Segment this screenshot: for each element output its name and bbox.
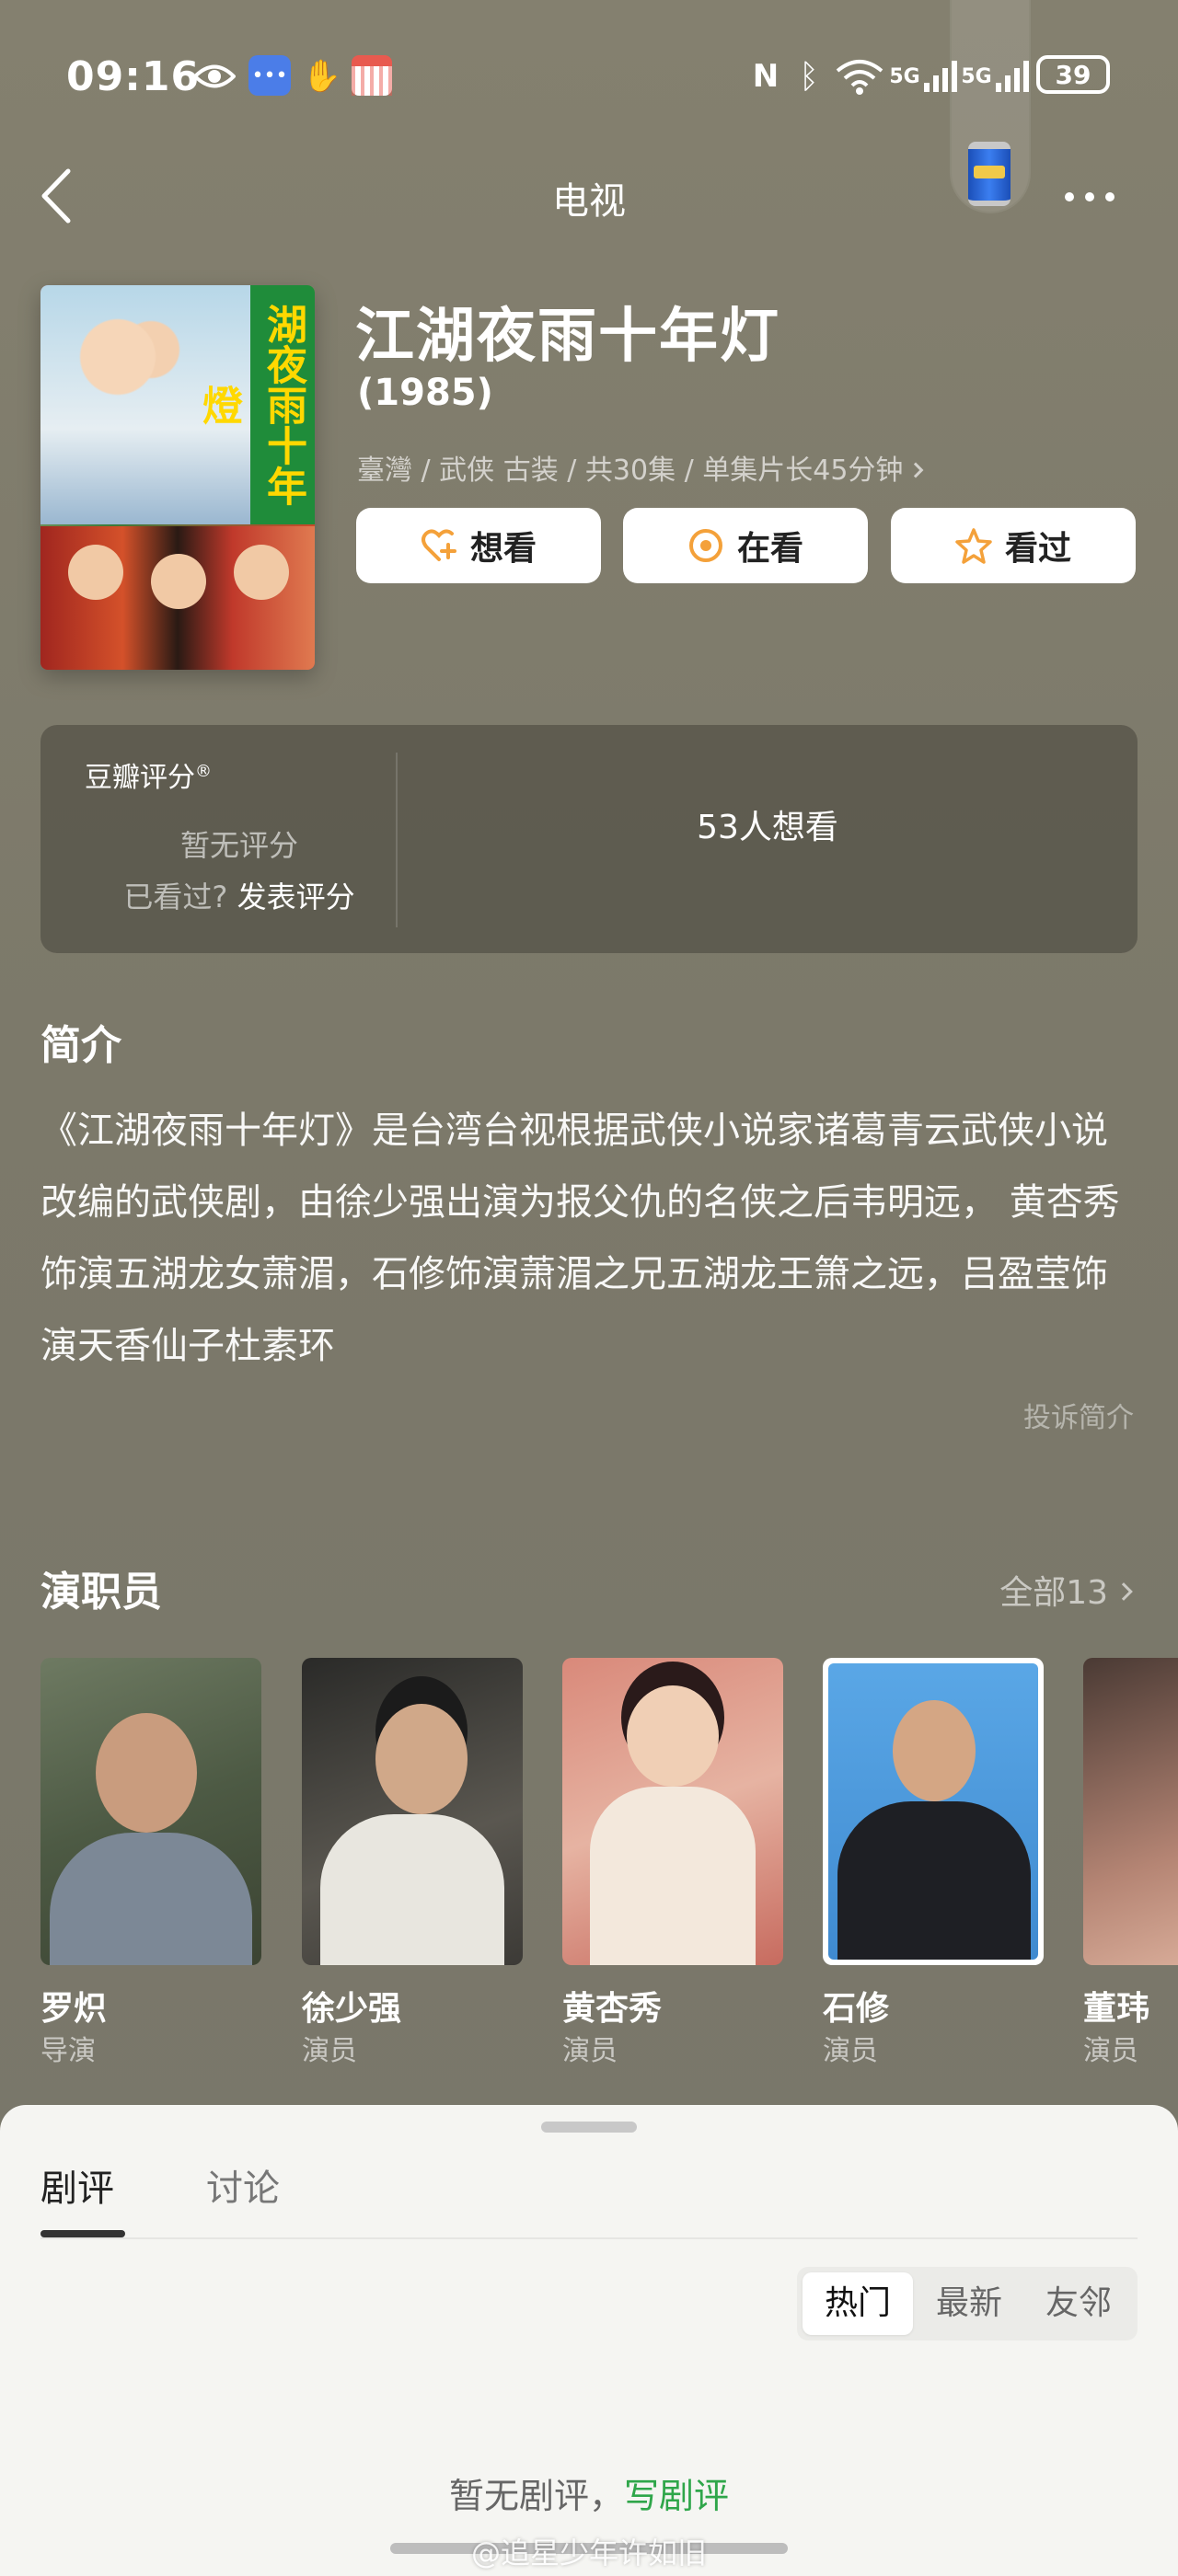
cast-member[interactable]: 罗炽 导演 (40, 1658, 261, 2067)
want-label: 想看 (469, 530, 537, 568)
cast-member[interactable]: 石修 演员 (823, 1658, 1044, 2067)
cast-name: 石修 (823, 1990, 890, 2028)
battery-level: 39 (1055, 59, 1091, 90)
cast-name: 董玮 (1083, 1990, 1150, 2028)
hand-icon: ✋ (302, 58, 342, 95)
cast-photo (823, 1658, 1044, 1965)
status-time: 09:16 (66, 53, 201, 100)
poster-image[interactable]: 湖夜雨十年燈 (40, 285, 315, 670)
empty-reviews-message: 暂无剧评，写剧评 (0, 2467, 1178, 2518)
cast-role: 导演 (40, 2035, 96, 2067)
sort-hot-button[interactable]: 热门 (803, 2272, 913, 2335)
cast-all-link[interactable]: 全部13 (999, 1566, 1133, 1614)
want-count[interactable]: 53人想看 (398, 800, 1138, 848)
no-rating-text: 暂无评分 (179, 828, 298, 863)
cast-role: 演员 (302, 2035, 357, 2067)
show-year: (1985) (357, 372, 493, 414)
want-button[interactable]: 想看 (356, 508, 601, 583)
watermark: @追星少年许如旧 (470, 2536, 707, 2570)
watching-icon (687, 527, 724, 564)
write-review-link[interactable]: 写剧评 (624, 2476, 729, 2516)
cast-role: 演员 (823, 2035, 878, 2067)
cast-name: 徐少强 (302, 1990, 402, 2028)
intro-heading: 简介 (40, 1022, 121, 1069)
show-meta[interactable]: 臺灣 / 武侠 古装 / 共30集 / 单集片长45分钟 (357, 447, 924, 488)
rating-card: 豆瓣评分® 暂无评分 已看过? 发表评分 53人想看 (40, 725, 1138, 953)
watching-button[interactable]: 在看 (623, 508, 868, 583)
cast-role: 演员 (562, 2035, 618, 2067)
calendar-icon (352, 55, 392, 96)
star-icon (955, 527, 992, 564)
page: 09:16 ••• ✋ N ᛒ 5G 5G 39 电视 湖夜雨十年燈 江湖夜雨十… (0, 0, 1178, 2576)
cast-member[interactable]: 董玮 演员 (1083, 1658, 1178, 2067)
watched-button[interactable]: 看过 (891, 508, 1136, 583)
eye-icon (191, 55, 237, 98)
rating-prompt-text: 已看过? (123, 880, 228, 914)
watched-label: 看过 (1004, 530, 1071, 568)
cast-all-label: 全部13 (999, 1574, 1108, 1612)
watching-label: 在看 (736, 530, 803, 568)
cast-member[interactable]: 黄杏秀 演员 (562, 1658, 783, 2067)
signal-label: 5G (889, 64, 920, 88)
sort-segmented-control: 热门 最新 友邻 (797, 2267, 1138, 2340)
cast-list[interactable]: 罗炽 导演 徐少强 演员 黄杏秀 演员 石修 演员 董玮 演员 (40, 1658, 1178, 2081)
sort-friends-button[interactable]: 友邻 (1025, 2272, 1132, 2335)
cast-photo (1083, 1658, 1178, 1965)
message-icon: ••• (248, 55, 291, 96)
nfc-icon: N (752, 58, 780, 95)
reviews-sheet: 剧评 讨论 热门 最新 友邻 暂无剧评，写剧评 @追星少年许如旧 (0, 2105, 1178, 2576)
rating-prompt: 已看过? 发表评分 (40, 874, 438, 916)
cast-name: 罗炽 (40, 1990, 108, 2028)
show-meta-text: 臺灣 / 武侠 古装 / 共30集 / 单集片长45分钟 (357, 454, 904, 487)
sheet-drag-handle[interactable] (541, 2122, 637, 2133)
tab-discussion[interactable]: 讨论 (206, 2158, 280, 2212)
page-title: 电视 (552, 180, 626, 223)
signal-5g-icon: 5G (889, 55, 957, 98)
chevron-right-icon (907, 462, 924, 478)
rating-brand-text: 豆瓣评分 (85, 762, 195, 794)
cast-name: 黄杏秀 (562, 1990, 663, 2028)
heart-plus-icon (421, 527, 457, 564)
rating-brand-mark: ® (195, 762, 212, 781)
rating-brand: 豆瓣评分® (85, 754, 212, 795)
show-title: 江湖夜雨十年灯 (355, 303, 780, 371)
cast-photo (302, 1658, 523, 1965)
publish-rating-link[interactable]: 发表评分 (237, 880, 355, 914)
divider (40, 2237, 1138, 2239)
cast-member[interactable]: 徐少强 演员 (302, 1658, 523, 2067)
empty-reviews-text: 暂无剧评， (448, 2476, 624, 2516)
chevron-right-icon (1114, 1582, 1133, 1601)
intro-text[interactable]: 《江湖夜雨十年灯》是台湾台视根据武侠小说家诸葛青云武侠小说改编的武侠剧，由徐少强… (40, 1095, 1141, 1382)
battery-icon: 39 (1036, 55, 1110, 94)
bluetooth-icon: ᛒ (799, 57, 819, 96)
tab-reviews[interactable]: 剧评 (40, 2158, 114, 2212)
sort-latest-button[interactable]: 最新 (913, 2272, 1025, 2335)
cast-photo (562, 1658, 783, 1965)
cast-heading: 演职员 (40, 1569, 162, 1616)
cast-photo (40, 1658, 261, 1965)
wifi-icon (834, 55, 885, 98)
tab-active-indicator (40, 2230, 125, 2237)
more-icon[interactable] (1057, 180, 1123, 213)
cast-role: 演员 (1083, 2035, 1138, 2067)
report-intro-link[interactable]: 投诉简介 (1023, 1395, 1134, 1435)
poster-text: 湖夜雨十年燈 (195, 285, 315, 524)
